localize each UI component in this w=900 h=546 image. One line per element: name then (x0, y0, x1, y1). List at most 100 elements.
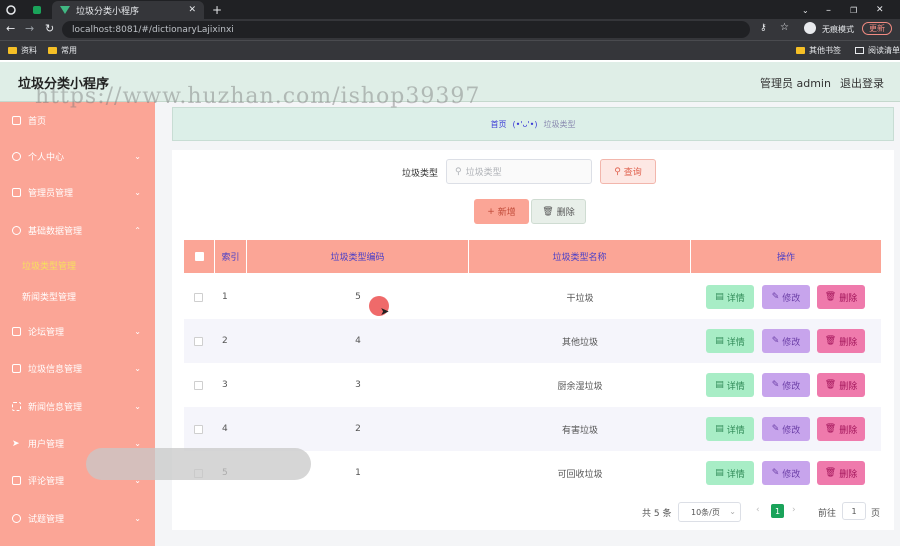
chevron-down-icon: ⌄ (134, 151, 141, 161)
restore-icon[interactable]: ❐ (850, 1, 860, 19)
bookmark-folder-1[interactable]: 常用 (48, 45, 77, 56)
person-icon (12, 225, 21, 235)
page-number-current[interactable]: 1 (771, 504, 784, 518)
reload-icon[interactable]: ↻ (45, 22, 54, 35)
edit-button[interactable]: ✎ 修改 (762, 285, 810, 309)
detail-button[interactable]: ▤ 详情 (706, 373, 754, 397)
sidebar-item-base-data[interactable]: 基础数据管理 ⌃ (0, 212, 155, 248)
new-tab-icon[interactable]: + (212, 1, 224, 19)
row-checkbox[interactable] (194, 275, 203, 319)
select-all-checkbox[interactable] (194, 252, 204, 261)
url-text: localhost:8081/#/dictionaryLajixinxi (72, 24, 234, 35)
logout-link[interactable]: 退出登录 (840, 75, 884, 91)
goto-input[interactable]: 1 (842, 502, 866, 520)
bookmark-folder-0[interactable]: 资料 (8, 45, 37, 56)
detail-button[interactable]: ▤ 详情 (706, 417, 754, 441)
detail-button[interactable]: ▤ 详情 (706, 461, 754, 485)
row-checkbox[interactable] (194, 363, 203, 407)
header-code: 垃圾类型编码 (247, 240, 469, 273)
delete-button[interactable]: 🗑 删除 (817, 417, 865, 441)
breadcrumb-home[interactable]: 首页 (491, 119, 507, 130)
star-icon[interactable]: ☆ (780, 22, 789, 33)
browser-menu-icon[interactable] (6, 1, 20, 19)
update-button[interactable]: 更新 (862, 22, 892, 35)
edit-icon: ✎ (771, 424, 780, 434)
edit-button[interactable]: ✎ 修改 (762, 461, 810, 485)
row-checkbox[interactable] (194, 319, 203, 363)
tab-search-icon[interactable]: ⌄ (802, 1, 812, 19)
sidebar-sub-news-type[interactable]: 新闻类型管理 (22, 290, 76, 303)
key-icon[interactable]: ⚷ (760, 23, 767, 33)
detail-button[interactable]: ▤ 详情 (706, 329, 754, 353)
search-label: 垃圾类型 (402, 169, 439, 179)
pinned-tab-icon[interactable] (32, 1, 46, 19)
delete-button[interactable]: 🗑 删除 (817, 461, 865, 485)
prev-page-icon[interactable]: ‹ (756, 505, 760, 515)
header-index: 索引 (215, 240, 247, 273)
admin-icon (12, 187, 21, 197)
delete-button[interactable]: 🗑 删除 (817, 285, 865, 309)
query-button[interactable]: ⚲ 查询 (600, 159, 656, 184)
close-tab-icon[interactable]: ✕ (188, 5, 196, 15)
chevron-down-icon: ⌄ (134, 326, 141, 336)
detail-icon: ▤ (715, 336, 724, 346)
forum-icon (12, 326, 21, 336)
settings-icon (12, 513, 21, 523)
chevron-down-icon: ⌄ (134, 187, 141, 197)
trash-icon: 🗑 (824, 292, 837, 302)
detail-icon: ▤ (715, 380, 724, 390)
cell-name: 有害垃圾 (561, 425, 598, 436)
active-browser-tab[interactable]: 垃圾分类小程序 ✕ (52, 1, 204, 19)
page-unit-label: 页 (871, 509, 881, 519)
chevron-down-icon: ⌄ (134, 363, 141, 373)
batch-delete-button[interactable]: 🗑 删除 (531, 199, 586, 224)
admin-label: 管理员 admin (760, 77, 831, 90)
table-row: 2 4 其他垃圾 ▤ 详情 ✎ 修改 🗑 删除 (184, 319, 881, 363)
search-input[interactable]: ⚲ 垃圾类型 (446, 159, 592, 184)
page-size-select[interactable]: 10条/页 ⌄ (678, 502, 741, 522)
cell-name: 厨余湿垃圾 (557, 381, 603, 392)
minimize-icon[interactable]: – (826, 1, 836, 19)
trash-icon: 🗑 (824, 424, 837, 434)
cell-name: 干垃圾 (566, 293, 594, 304)
sidebar-item-news[interactable]: 新闻信息管理 ⌄ (0, 388, 155, 424)
sidebar-item-trash-info[interactable]: 垃圾信息管理 ⌄ (0, 350, 155, 386)
add-button[interactable]: + 新增 (474, 199, 529, 224)
mouse-pointer-icon: ➤ (380, 305, 390, 318)
cell-index: 3 (222, 380, 228, 390)
delete-button[interactable]: 🗑 删除 (817, 373, 865, 397)
plus-icon: + (487, 206, 495, 217)
total-count: 共 5 条 (642, 509, 672, 519)
sidebar-sub-trash-type[interactable]: 垃圾类型管理 (22, 259, 76, 272)
back-icon[interactable]: ← (6, 22, 15, 35)
blurred-overlay (86, 448, 311, 480)
other-bookmarks[interactable]: 其他书签 (796, 45, 841, 56)
close-window-icon[interactable]: ✕ (876, 1, 886, 19)
select-all-cell[interactable] (184, 240, 215, 273)
bookmarks-bar: 资料 常用 其他书签 阅读清单 (0, 40, 900, 60)
cell-code: 2 (355, 424, 361, 434)
header-actions: 操作 (776, 253, 795, 263)
sidebar-item-admin[interactable]: 管理员管理 ⌄ (0, 174, 155, 210)
next-page-icon[interactable]: › (792, 505, 796, 515)
detail-button[interactable]: ▤ 详情 (706, 285, 754, 309)
row-checkbox[interactable] (194, 407, 203, 451)
edit-button[interactable]: ✎ 修改 (762, 373, 810, 397)
sidebar-item-profile[interactable]: 个人中心 ⌄ (0, 138, 155, 174)
edit-icon: ✎ (771, 380, 780, 390)
edit-button[interactable]: ✎ 修改 (762, 417, 810, 441)
delete-button[interactable]: 🗑 删除 (817, 329, 865, 353)
forward-icon[interactable]: → (25, 22, 34, 35)
sidebar-item-forum[interactable]: 论坛管理 ⌄ (0, 313, 155, 349)
edit-button[interactable]: ✎ 修改 (762, 329, 810, 353)
table-row: 4 2 有害垃圾 ▤ 详情 ✎ 修改 🗑 删除 (184, 407, 881, 451)
cell-index: 4 (222, 424, 228, 434)
address-bar[interactable]: localhost:8081/#/dictionaryLajixinxi (62, 21, 750, 38)
incognito-label: 无痕模式 (822, 25, 854, 34)
sidebar-item-exams[interactable]: 试题管理 ⌄ (0, 500, 155, 536)
trash-icon: 🗑 (824, 380, 837, 390)
cell-code: 4 (355, 336, 361, 346)
chevron-up-icon: ⌃ (134, 225, 141, 235)
breadcrumb-current: 垃圾类型 (543, 119, 576, 129)
reading-list[interactable]: 阅读清单 (855, 45, 900, 56)
